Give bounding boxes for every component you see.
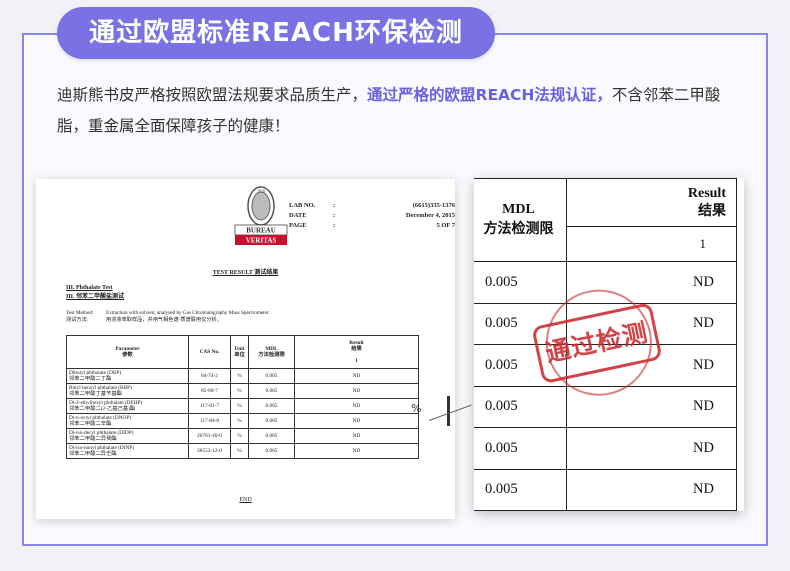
table-row: Butyl benzyl phthalate (BBP) 邻苯二甲酸丁基苄基酯 8… (66, 383, 419, 399)
end-mark: END (239, 497, 252, 503)
section-heading-cn: III. 邻苯二甲酸盐测试 (66, 294, 125, 300)
table-row: Di-iso-nonyl phthalate (DINP) 邻苯二甲酸二异壬酯 2… (66, 443, 419, 459)
cas-header: CAS No. (188, 335, 231, 369)
report-table-header: Parameter 参数 CAS No. Unit 单位 MDL 方法检测限 Resu… (66, 335, 419, 369)
table-row: Di-2-ethylhexyl phthalate (DEHP) 邻苯二甲酸二(2… (66, 398, 419, 414)
intro-highlight: 通过严格的欧盟REACH法规认证， (367, 86, 612, 104)
section-heading: III. Phthalate Test III. 邻苯二甲酸盐测试 (66, 284, 124, 302)
table-row: 0.005 ND (474, 468, 737, 511)
date-value: December 4, 2015 (405, 212, 455, 219)
date-sep: : (333, 212, 336, 219)
logo-text-top: BUREAU (246, 227, 276, 235)
mdl-header: MDL 方法检测限 (248, 335, 295, 369)
banner-title: 通过欧盟标准REACH环保检测 (57, 7, 495, 59)
zoom-result-number: 1 (566, 226, 737, 262)
lab-info: LAB NO.: (6615)335-1376 DATE: December 4, … (289, 201, 455, 231)
lab-value: (6615)335-1376 (412, 202, 455, 209)
test-method: Test Method: Extraction with solvent, ana… (66, 310, 406, 324)
method-text-en: Extraction with solvent, analysed by Gas… (106, 310, 270, 316)
param-header: Parameter 参数 (66, 335, 189, 369)
date-label: DATE (289, 212, 307, 219)
lab-sep: : (333, 202, 336, 209)
method-label-en: Test Method: (66, 310, 94, 316)
bureau-veritas-logo: 1828 BUREAU VERITAS (234, 186, 288, 245)
page-value: 5 OF 7 (436, 222, 455, 229)
table-row: 0.005 ND (474, 427, 737, 470)
table-row: Di-n-octyl phthalate (DNOP) 邻苯二甲酸二辛酯 117-… (66, 413, 419, 429)
report-table: Parameter 参数 CAS No. Unit 单位 MDL 方法检测限 Resu… (66, 335, 419, 459)
zoom-header-row: MDL 方法检测限 Result 结果 (474, 178, 737, 262)
zoom-result-header: Result 结果 (566, 178, 737, 227)
test-result-title: TEST RESULT 测试结果 (212, 270, 279, 276)
method-label-cn: 测试方法: (66, 317, 89, 323)
logo-text-bottom: VERITAS (246, 237, 277, 245)
section-heading-en: III. Phthalate Test (66, 285, 113, 291)
page-label: PAGE (289, 222, 307, 229)
callout-unit: % (411, 402, 422, 415)
page-sep: : (333, 222, 336, 229)
zoom-mdl-header: MDL 方法检测限 (474, 178, 567, 262)
table-row: Di-iso-decyl phthalate (DIDP) 邻苯二甲酸二异癸酯 2… (66, 428, 419, 444)
unit-header: Unit 单位 (230, 335, 249, 369)
callout-divider (447, 396, 450, 426)
test-report-document: 1828 BUREAU VERITAS LAB NO.: (6615)335-13… (36, 179, 455, 519)
table-row: Dibutyl phthalate (DBP) 邻苯二甲酸二丁酯 84-74-2%… (66, 368, 419, 384)
logo-year: 1828 (257, 189, 265, 194)
result-header: Result 结果 1 (294, 335, 419, 369)
method-text-cn: 用溶液萃取样品，并用气相色谱-质谱联用仪分析。 (106, 317, 222, 323)
intro-text-before: 迪斯熊书皮严格按照欧盟法规要求品质生产， (57, 86, 368, 104)
lab-label: LAB NO. (289, 202, 316, 209)
intro-paragraph: 迪斯熊书皮严格按照欧盟法规要求品质生产，通过严格的欧盟REACH法规认证，不含邻… (57, 80, 747, 142)
